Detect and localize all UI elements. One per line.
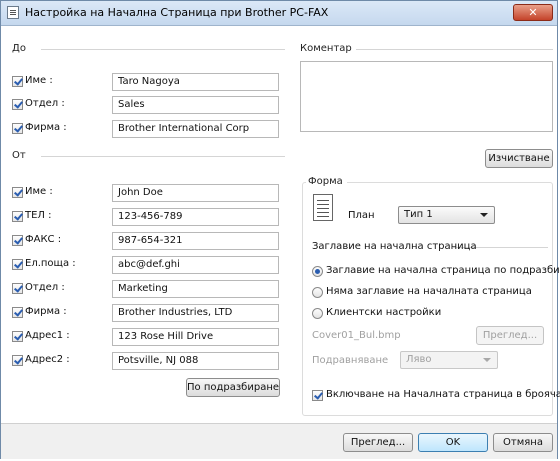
to-group-title: До bbox=[12, 43, 30, 54]
align-select-value: Ляво bbox=[406, 354, 432, 365]
from-address2-checkbox[interactable] bbox=[12, 355, 23, 366]
from-address1-checkbox[interactable] bbox=[12, 331, 23, 342]
include-cover-checkbox[interactable] bbox=[312, 390, 323, 401]
ok-button[interactable]: OK bbox=[418, 433, 488, 452]
to-name-label: Име : bbox=[25, 75, 53, 86]
clear-button[interactable]: Изчистване bbox=[485, 149, 553, 168]
browse-button[interactable]: Преглед... bbox=[476, 326, 544, 345]
from-email-field[interactable]: abc@def.ghi bbox=[112, 256, 279, 274]
from-fax-field[interactable]: 987-654-321 bbox=[112, 232, 279, 250]
from-phone-field[interactable]: 123-456-789 bbox=[112, 208, 279, 226]
cover-custom-radio[interactable] bbox=[312, 308, 323, 319]
from-group-title: От bbox=[12, 150, 30, 161]
include-cover-label: Включване на Началната страница в брояча bbox=[326, 389, 560, 400]
cover-custom-label: Клиентски настройки bbox=[326, 307, 442, 318]
from-email-checkbox[interactable] bbox=[12, 259, 23, 270]
cover-page-settings-dialog: Настройка на Начална Страница при Brothe… bbox=[0, 0, 560, 459]
cancel-button[interactable]: Отмяна bbox=[493, 433, 553, 452]
form-group-title: Форма bbox=[306, 176, 347, 187]
chevron-down-icon bbox=[480, 213, 488, 217]
from-department-label: Отдел : bbox=[25, 282, 65, 293]
to-company-checkbox[interactable] bbox=[12, 123, 23, 134]
align-label: Подравняване bbox=[312, 355, 389, 366]
plan-select-value: Тип 1 bbox=[404, 209, 433, 220]
to-company-label: Фирма : bbox=[25, 122, 67, 133]
from-address2-field[interactable]: Potsville, NJ 088 bbox=[112, 352, 279, 370]
cover-heading-label: Заглавие на начална страница bbox=[312, 241, 477, 252]
app-document-icon bbox=[7, 6, 19, 19]
cover-default-label: Заглавие на начална страница по подразби… bbox=[326, 265, 560, 276]
to-department-field[interactable]: Sales bbox=[112, 96, 279, 114]
dialog-body: До Име : Taro Nagoya Отдел : Sales Фирма… bbox=[1, 26, 560, 459]
from-group-divider bbox=[41, 156, 285, 157]
from-department-checkbox[interactable] bbox=[12, 283, 23, 294]
from-fax-checkbox[interactable] bbox=[12, 235, 23, 246]
cover-file-name: Cover01_Bul.bmp bbox=[312, 330, 401, 341]
cover-none-label: Няма заглавие на началната страница bbox=[326, 286, 532, 297]
from-address1-field[interactable]: 123 Rose Hill Drive bbox=[112, 328, 279, 346]
from-email-label: Ел.поща : bbox=[25, 258, 76, 269]
to-name-checkbox[interactable] bbox=[12, 76, 23, 87]
close-button[interactable]: ✕ bbox=[513, 4, 553, 21]
from-phone-label: ТЕЛ : bbox=[25, 210, 52, 221]
comment-group-title: Коментар bbox=[300, 43, 356, 54]
cover-none-radio[interactable] bbox=[312, 287, 323, 298]
from-fax-label: ФАКС : bbox=[25, 234, 62, 245]
title-bar[interactable]: Настройка на Начална Страница при Brothe… bbox=[1, 1, 557, 26]
from-company-field[interactable]: Brother Industries, LTD bbox=[112, 304, 279, 322]
default-button[interactable]: По подразбиране bbox=[186, 378, 280, 397]
plan-select[interactable]: Тип 1 bbox=[398, 206, 495, 224]
to-department-checkbox[interactable] bbox=[12, 99, 23, 110]
to-name-field[interactable]: Taro Nagoya bbox=[112, 73, 279, 91]
from-address1-label: Адрес1 : bbox=[25, 330, 70, 341]
from-name-checkbox[interactable] bbox=[12, 187, 23, 198]
to-group-divider bbox=[41, 49, 285, 50]
from-name-field[interactable]: John Doe bbox=[112, 184, 279, 202]
comment-textarea[interactable] bbox=[300, 61, 553, 132]
window-title: Настройка на Начална Страница при Brothe… bbox=[25, 6, 329, 19]
from-department-field[interactable]: Marketing bbox=[112, 280, 279, 298]
from-address2-label: Адрес2 : bbox=[25, 354, 70, 365]
cover-default-radio[interactable] bbox=[312, 266, 323, 277]
plan-label: План bbox=[348, 210, 375, 221]
preview-button[interactable]: Преглед... bbox=[343, 433, 413, 452]
to-department-label: Отдел : bbox=[25, 98, 65, 109]
to-company-field[interactable]: Brother International Corp bbox=[112, 120, 279, 138]
chevron-down-icon bbox=[483, 358, 491, 362]
footer-bar: Преглед... OK Отмяна bbox=[1, 424, 557, 459]
comment-group-divider bbox=[346, 49, 553, 50]
from-company-label: Фирма : bbox=[25, 306, 67, 317]
align-select[interactable]: Ляво bbox=[400, 351, 498, 369]
from-company-checkbox[interactable] bbox=[12, 307, 23, 318]
from-name-label: Име : bbox=[25, 186, 53, 197]
from-phone-checkbox[interactable] bbox=[12, 211, 23, 222]
layout-document-icon bbox=[313, 194, 333, 221]
